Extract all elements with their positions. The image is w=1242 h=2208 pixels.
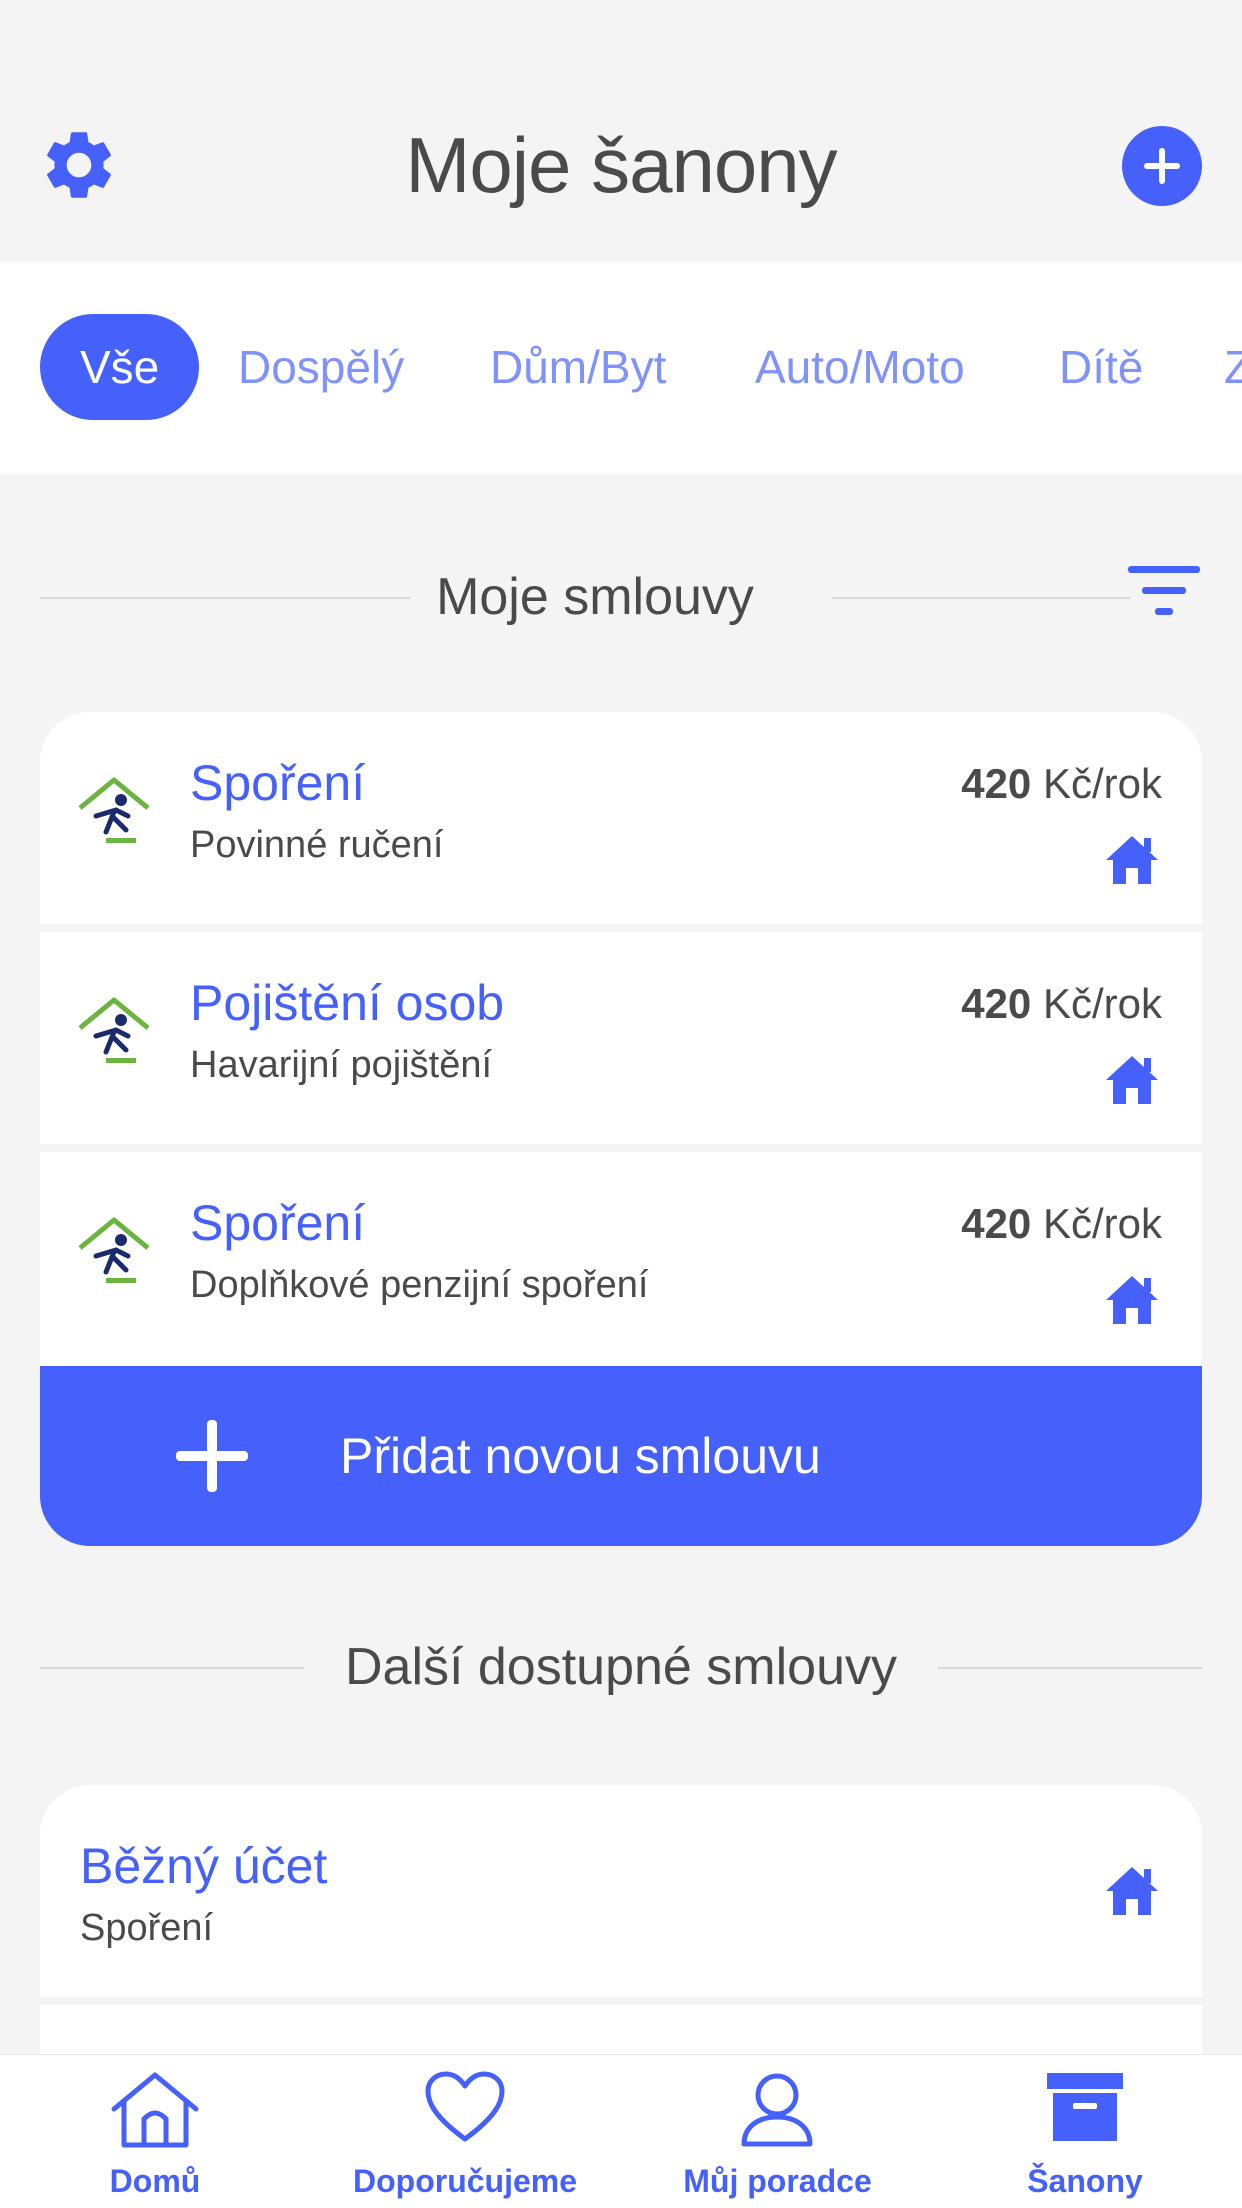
contract-price: 420 Kč/rok xyxy=(961,760,1162,808)
page-title: Moje šanony xyxy=(405,121,837,209)
nav-item-sanony[interactable]: Šanony xyxy=(1010,2055,1160,2208)
price-unit: Kč/rok xyxy=(1031,980,1162,1027)
insurer-logo-icon xyxy=(78,777,150,843)
add-contract-label: Přidat novou smlouvu xyxy=(340,1428,821,1484)
price-amount: 420 xyxy=(961,980,1032,1027)
home-icon xyxy=(1106,1056,1158,1104)
contract-subtitle: Doplňkové penzijní spoření xyxy=(190,1264,649,1306)
home-icon xyxy=(1106,836,1158,884)
nav-label: Můj poradce xyxy=(683,2163,872,2199)
filter-icon[interactable] xyxy=(1126,562,1202,622)
heart-icon xyxy=(425,2071,505,2142)
contract-row[interactable]: Spoření Doplňkové penzijní spoření 420 K… xyxy=(40,1152,1202,1364)
my-contracts-heading: Moje smlouvy xyxy=(436,568,754,626)
category-tabs: Vše Dospělý Dům/Byt Auto/Moto Dítě Z xyxy=(0,262,1242,474)
divider-line xyxy=(40,597,410,599)
nav-item-muj-poradce[interactable]: Můj poradce xyxy=(670,2055,885,2208)
divider-line xyxy=(40,1667,304,1669)
person-icon xyxy=(741,2073,813,2147)
archive-box-icon xyxy=(1047,2073,1123,2141)
tab-auto-moto[interactable]: Auto/Moto xyxy=(755,314,965,420)
home-outline-icon xyxy=(111,2072,199,2148)
insurer-logo-icon xyxy=(78,997,150,1063)
insurer-logo-icon xyxy=(78,1217,150,1283)
nav-item-doporucujeme[interactable]: Doporučujeme xyxy=(340,2055,590,2208)
nav-label: Doporučujeme xyxy=(352,2163,578,2199)
available-contract-title: Běžný účet xyxy=(80,1838,328,1894)
home-icon xyxy=(1106,1867,1158,1915)
app-header: Moje šanony xyxy=(0,0,1242,262)
available-contracts-section-header: Další dostupné smlouvy xyxy=(40,1627,1202,1707)
bottom-nav: Domů Doporučujeme Můj poradce Šanony xyxy=(0,2054,1242,2208)
row-divider xyxy=(40,1144,1202,1152)
nav-item-domu[interactable]: Domů xyxy=(80,2055,230,2208)
contract-price: 420 Kč/rok xyxy=(961,1200,1162,1248)
my-contracts-card: Spoření Povinné ručení 420 Kč/rok Pojišt… xyxy=(40,712,1202,1546)
nav-label: Šanony xyxy=(1027,2163,1143,2199)
nav-label: Domů xyxy=(109,2163,201,2199)
contract-title: Spoření xyxy=(190,1195,366,1251)
available-contract-subtitle: Spoření xyxy=(80,1907,214,1949)
tab-dum-byt[interactable]: Dům/Byt xyxy=(490,314,666,420)
available-contract-row[interactable]: Běžný účet Spoření xyxy=(40,1785,1202,1997)
add-binder-button[interactable] xyxy=(1122,126,1202,206)
contract-title: Spoření xyxy=(190,755,366,811)
price-unit: Kč/rok xyxy=(1031,1200,1162,1247)
price-amount: 420 xyxy=(961,760,1032,807)
divider-line xyxy=(832,597,1130,599)
my-contracts-section-header: Moje smlouvy xyxy=(40,557,1130,637)
contract-row[interactable]: Spoření Povinné ručení 420 Kč/rok xyxy=(40,712,1202,924)
divider-line xyxy=(938,1667,1202,1669)
tab-z[interactable]: Z xyxy=(1224,314,1242,420)
contract-subtitle: Povinné ručení xyxy=(190,824,444,866)
tab-dospely[interactable]: Dospělý xyxy=(238,314,404,420)
available-contracts-heading: Další dostupné smlouvy xyxy=(344,1638,898,1696)
tab-vse[interactable]: Vše xyxy=(40,314,200,420)
price-amount: 420 xyxy=(961,1200,1032,1247)
contract-subtitle: Havarijní pojištění xyxy=(190,1044,493,1086)
row-divider xyxy=(40,1997,1202,2005)
plus-icon xyxy=(176,1420,248,1492)
row-divider xyxy=(40,924,1202,932)
contract-row[interactable]: Pojištění osob Havarijní pojištění 420 K… xyxy=(40,932,1202,1144)
price-unit: Kč/rok xyxy=(1031,760,1162,807)
contract-price: 420 Kč/rok xyxy=(961,980,1162,1028)
tab-dite[interactable]: Dítě xyxy=(1059,314,1143,420)
home-icon xyxy=(1106,1276,1158,1324)
contract-title: Pojištění osob xyxy=(190,975,505,1031)
add-contract-button[interactable]: Přidat novou smlouvu xyxy=(40,1366,1202,1546)
